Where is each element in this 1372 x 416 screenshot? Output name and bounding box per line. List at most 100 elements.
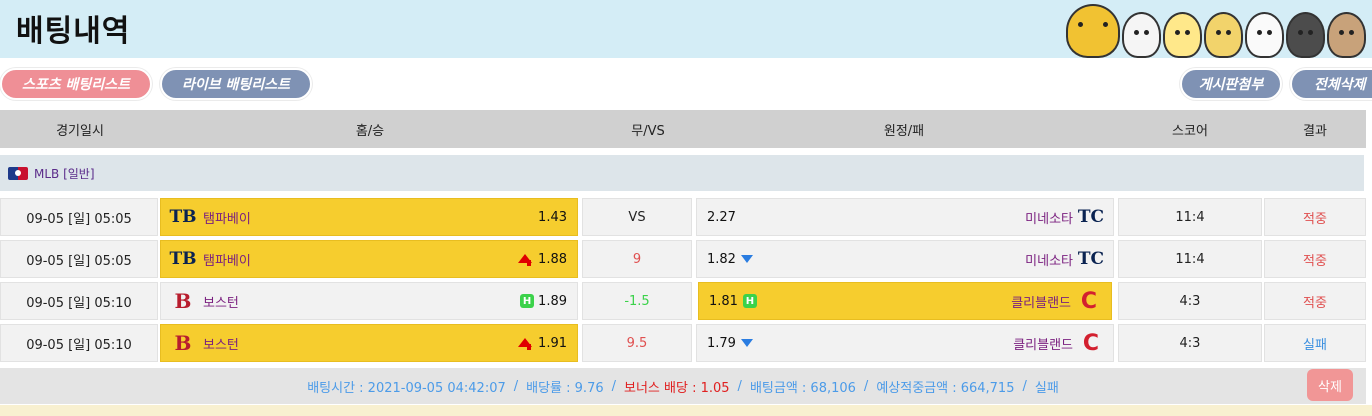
away-pick-cell[interactable]: 2.27 미네소타 TC	[696, 198, 1114, 236]
character-bunny-icon	[1163, 12, 1203, 58]
handicap-badge-icon: H	[742, 294, 757, 308]
handicap-badge-icon: H	[520, 294, 535, 308]
board-attach-button[interactable]: 게시판첨부	[1180, 68, 1282, 100]
odds-down-arrow-icon	[740, 255, 753, 263]
away-odds: 1.82	[707, 251, 736, 267]
away-odds: 1.81	[709, 293, 738, 309]
bottom-decoration	[0, 405, 1372, 416]
col-result: 결과	[1303, 123, 1327, 139]
live-list-button[interactable]: 라이브 배팅리스트	[160, 68, 312, 100]
table-row: 09-05 [일] 05:05 TB 탬파베이 1.43 VS 2.27 미네소…	[0, 198, 1366, 236]
match-date: 09-05 [일] 05:05	[0, 240, 158, 278]
away-team: 미네소타	[1025, 211, 1073, 227]
table-row: 09-05 [일] 05:10 B 보스턴 1.91 9.5 1.79 클리블랜…	[0, 324, 1366, 362]
home-team: 탬파베이	[203, 211, 251, 227]
bet-amount: 배팅금액 : 68,106	[749, 380, 856, 396]
away-team: 클리블랜드	[1011, 295, 1071, 311]
character-neo-icon	[1245, 12, 1285, 58]
col-date: 경기일시	[56, 123, 104, 139]
col-home: 홈/승	[355, 123, 385, 139]
league-row: MLB [일반]	[0, 155, 1364, 191]
home-team: 탬파베이	[203, 253, 251, 269]
home-pick-cell[interactable]: TB 탬파베이 1.43	[160, 198, 578, 236]
draw-value: VS	[628, 209, 646, 225]
draw-value: 9.5	[626, 335, 648, 351]
col-away: 원정/패	[883, 123, 925, 139]
score-cell: 4:3	[1118, 324, 1262, 362]
odds-up-arrow-stem	[527, 344, 532, 350]
col-score: 스코어	[1172, 123, 1208, 139]
character-ghost-icon	[1122, 12, 1162, 58]
separator: /	[611, 378, 617, 394]
twins-logo-icon: TC	[1077, 207, 1105, 227]
bet-time: 배팅시간 : 2021-09-05 04:42:07	[307, 380, 506, 396]
score-cell: 4:3	[1118, 282, 1262, 320]
separator: /	[513, 378, 519, 394]
home-pick-cell[interactable]: TB 탬파베이 1.88	[160, 240, 578, 278]
draw-cell[interactable]: -1.5	[582, 282, 692, 320]
sports-list-button[interactable]: 스포츠 배팅리스트	[0, 68, 152, 100]
away-pick-cell[interactable]: 1.79 클리블랜드 C	[696, 324, 1114, 362]
delete-all-button[interactable]: 전체삭제	[1290, 68, 1372, 100]
result-badge: 실패	[1264, 324, 1366, 362]
guardians-logo-icon: C	[1080, 288, 1098, 314]
away-team: 미네소타	[1025, 253, 1073, 269]
match-date: 09-05 [일] 05:05	[0, 198, 158, 236]
result-badge: 적중	[1264, 240, 1366, 278]
away-odds: 2.27	[707, 209, 736, 225]
away-pick-cell[interactable]: 1.81 H 클리블랜드 C	[698, 282, 1112, 320]
home-odds: 1.43	[538, 209, 567, 225]
score-cell: 11:4	[1118, 198, 1262, 236]
draw-value: 9	[632, 251, 642, 267]
mlb-icon	[8, 166, 28, 180]
bet-status: 실패	[1034, 380, 1059, 396]
separator: /	[737, 378, 742, 394]
character-tube-icon	[1204, 12, 1244, 58]
table-row: 09-05 [일] 05:10 B 보스턴 H 1.89 -1.5 1.81 H…	[0, 282, 1366, 320]
delete-button[interactable]: 삭제	[1307, 369, 1353, 401]
result-badge: 적중	[1264, 198, 1366, 236]
character-lion-icon	[1066, 4, 1121, 58]
character-illustration	[1066, 0, 1366, 58]
top-bar: 배팅내역	[0, 0, 1372, 58]
separator: /	[863, 378, 869, 394]
match-date: 09-05 [일] 05:10	[0, 282, 158, 320]
button-row: 스포츠 배팅리스트 라이브 배팅리스트 게시판첨부 전체삭제	[0, 68, 1372, 102]
home-team: 보스턴	[203, 337, 239, 353]
home-odds: 1.88	[538, 251, 567, 267]
home-team: 보스턴	[203, 295, 239, 311]
character-bear-icon	[1327, 12, 1366, 58]
draw-cell[interactable]: 9.5	[582, 324, 692, 362]
rays-logo-icon: TB	[169, 207, 197, 227]
red-sox-logo-icon: B	[174, 289, 192, 313]
away-team: 클리블랜드	[1013, 337, 1073, 353]
home-odds: 1.91	[538, 335, 567, 351]
page-title: 배팅내역	[16, 14, 131, 49]
handicap-value: -1.5	[624, 293, 650, 309]
odds-up-arrow-stem	[527, 260, 532, 266]
home-pick-cell[interactable]: B 보스턴 1.91	[160, 324, 578, 362]
character-frodo-icon	[1286, 12, 1326, 58]
table-header: 경기일시 홈/승 무/VS 원정/패 스코어 결과	[0, 110, 1366, 148]
score-cell: 11:4	[1118, 240, 1262, 278]
bet-rate: 배당률 : 9.76	[526, 380, 604, 396]
guardians-logo-icon: C	[1082, 330, 1100, 356]
match-date: 09-05 [일] 05:10	[0, 324, 158, 362]
red-sox-logo-icon: B	[174, 331, 192, 355]
home-pick-cell[interactable]: B 보스턴 H 1.89	[160, 282, 578, 320]
separator: /	[1022, 378, 1027, 394]
away-pick-cell[interactable]: 1.82 미네소타 TC	[696, 240, 1114, 278]
draw-cell[interactable]: 9	[582, 240, 692, 278]
away-odds: 1.79	[707, 335, 736, 351]
league-name: MLB [일반]	[34, 166, 95, 181]
table-row: 09-05 [일] 05:05 TB 탬파베이 1.88 9 1.82 미네소타…	[0, 240, 1366, 278]
bonus-rate: 보너스 배당 : 1.05	[624, 380, 730, 396]
twins-logo-icon: TC	[1077, 249, 1105, 269]
home-odds: 1.89	[538, 293, 567, 309]
rays-logo-icon: TB	[169, 249, 197, 269]
draw-cell[interactable]: VS	[582, 198, 692, 236]
expected-win: 예상적중금액 : 664,715	[876, 380, 1015, 396]
odds-down-arrow-icon	[740, 339, 753, 347]
result-badge: 적중	[1264, 282, 1366, 320]
bet-summary: 배팅시간 : 2021-09-05 04:42:07 / 배당률 : 9.76 …	[0, 368, 1366, 404]
